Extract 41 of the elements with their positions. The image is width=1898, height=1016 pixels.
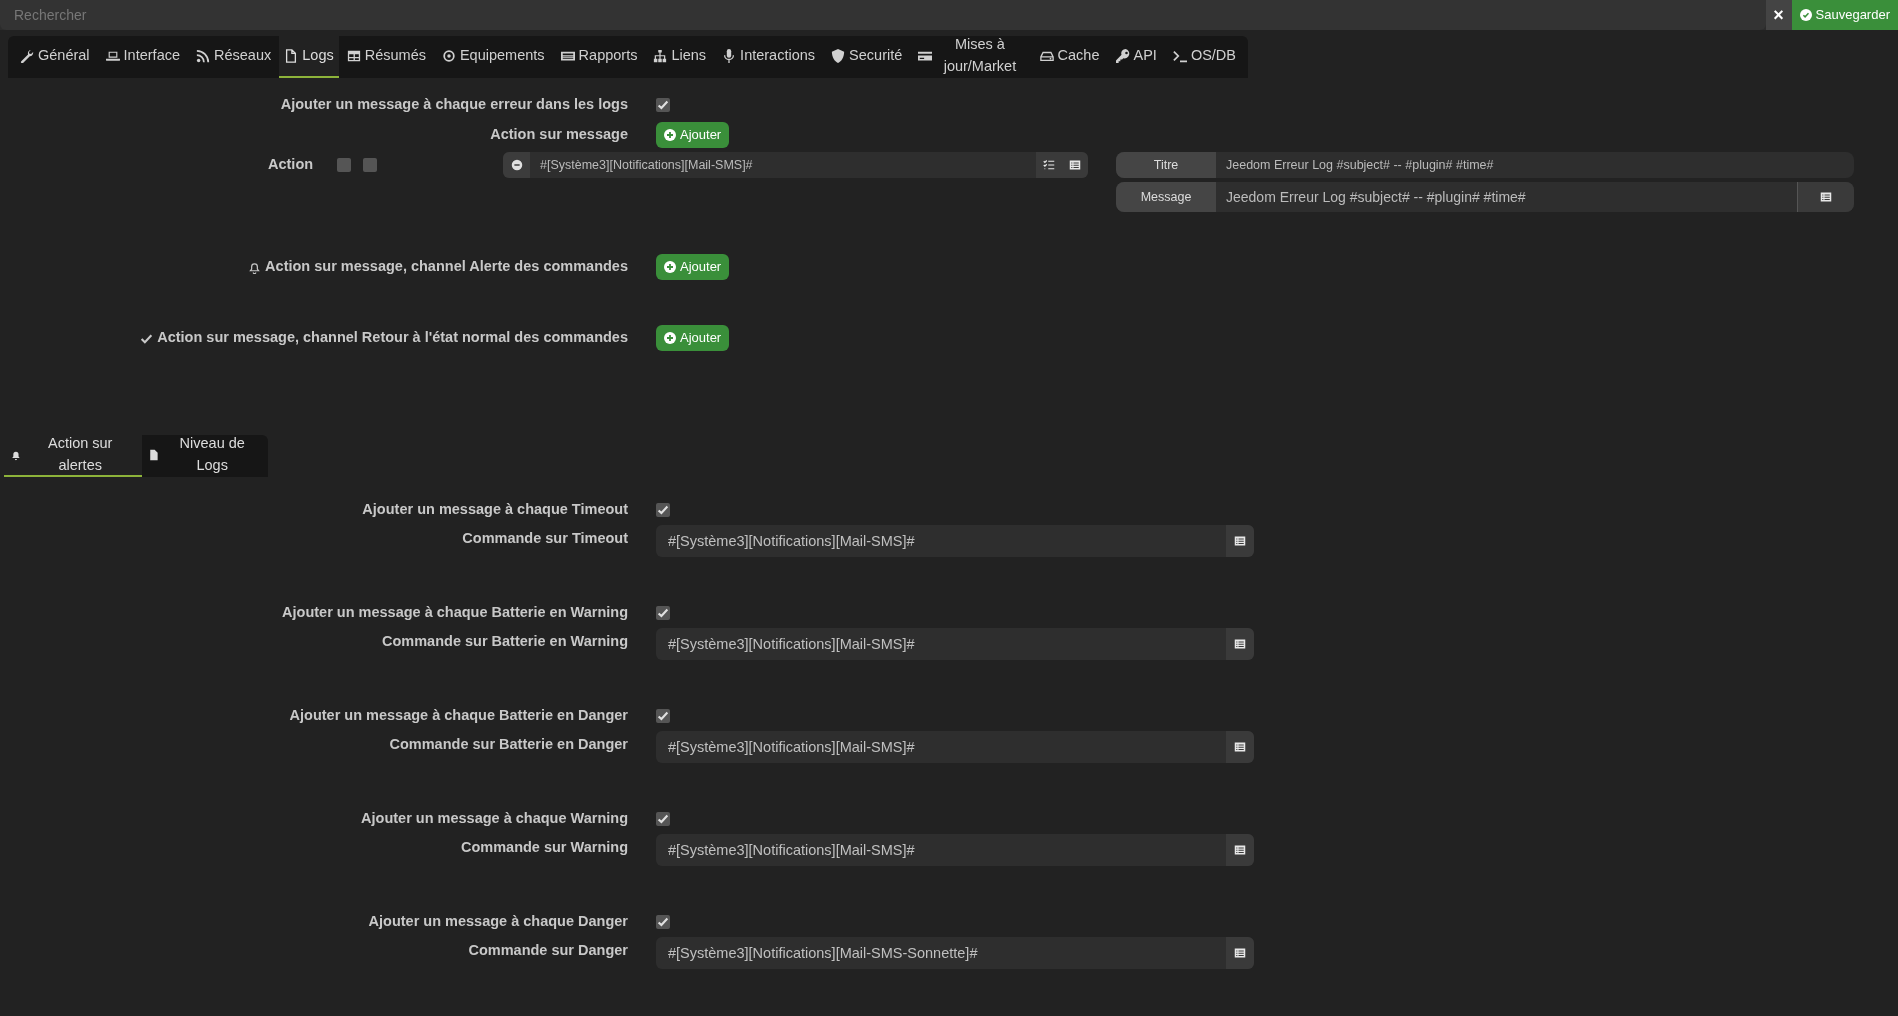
field-label: Ajouter un message à chaque Batterie en Warning bbox=[281, 603, 628, 623]
save-button[interactable]: Sauvegarder bbox=[1791, 0, 1898, 30]
field-label: Action sur message, channel Alerte des commandes bbox=[265, 257, 628, 277]
field-label: Commande sur Timeout bbox=[461, 529, 628, 548]
field-label: Ajouter un message à chaque erreur dans les logs bbox=[279, 95, 628, 115]
tab[interactable]: Résumés bbox=[338, 36, 434, 78]
close-button[interactable]: × bbox=[1765, 0, 1792, 30]
field-label: Ajouter un message à chaque Timeout bbox=[361, 500, 628, 520]
field-label: Message bbox=[1116, 182, 1216, 212]
tab[interactable]: Réseaux bbox=[188, 36, 280, 78]
field-label: Titre bbox=[1116, 152, 1216, 178]
tab[interactable]: Niveau de Logs bbox=[141, 435, 268, 477]
add-button[interactable]: Ajouter bbox=[656, 122, 730, 148]
tab[interactable]: Interactions bbox=[714, 36, 824, 78]
tab[interactable]: Général bbox=[12, 36, 98, 78]
tab[interactable]: Securité bbox=[823, 36, 911, 78]
tab[interactable]: Action sur alertes bbox=[4, 435, 142, 477]
field-label: Action sur message, channel Retour à l'état normal des commandes bbox=[157, 328, 628, 348]
tab[interactable]: Liens bbox=[645, 36, 715, 78]
field-label: Action sur message bbox=[489, 125, 628, 145]
field-label: Commande sur Danger bbox=[467, 941, 628, 960]
field-label: Ajouter un message à chaque Warning bbox=[360, 809, 628, 829]
field-label: Commande sur Batterie en Warning bbox=[381, 632, 628, 651]
command-field[interactable]: #[Système3][Notifications][Mail-SMS]# bbox=[503, 152, 1088, 178]
tab[interactable]: Interface bbox=[97, 36, 188, 78]
field-label: Ajouter un message à chaque Danger bbox=[367, 912, 628, 932]
field-label: Ajouter un message à chaque Batterie en Danger bbox=[288, 706, 628, 726]
tab[interactable]: Rapports bbox=[552, 36, 646, 78]
tab[interactable]: OS/DB bbox=[1164, 36, 1244, 78]
tab[interactable]: Cache bbox=[1031, 36, 1108, 78]
tab[interactable]: Mises à jour/Market bbox=[910, 36, 1032, 78]
search-field[interactable]: Rechercher bbox=[0, 0, 1766, 30]
field-label: Commande sur Batterie en Danger bbox=[388, 735, 628, 754]
tab[interactable]: Equipements bbox=[433, 36, 553, 78]
add-button[interactable]: Ajouter bbox=[656, 325, 730, 351]
title-field[interactable]: Jeedom Erreur Log #subject# -- #plugin# #time# bbox=[1216, 152, 1854, 178]
add-button[interactable]: Ajouter bbox=[656, 254, 730, 280]
field-label: Commande sur Warning bbox=[459, 838, 628, 857]
tab[interactable]: Logs bbox=[279, 36, 339, 78]
tab[interactable]: API bbox=[1107, 36, 1165, 78]
field-label: Action bbox=[268, 155, 315, 175]
